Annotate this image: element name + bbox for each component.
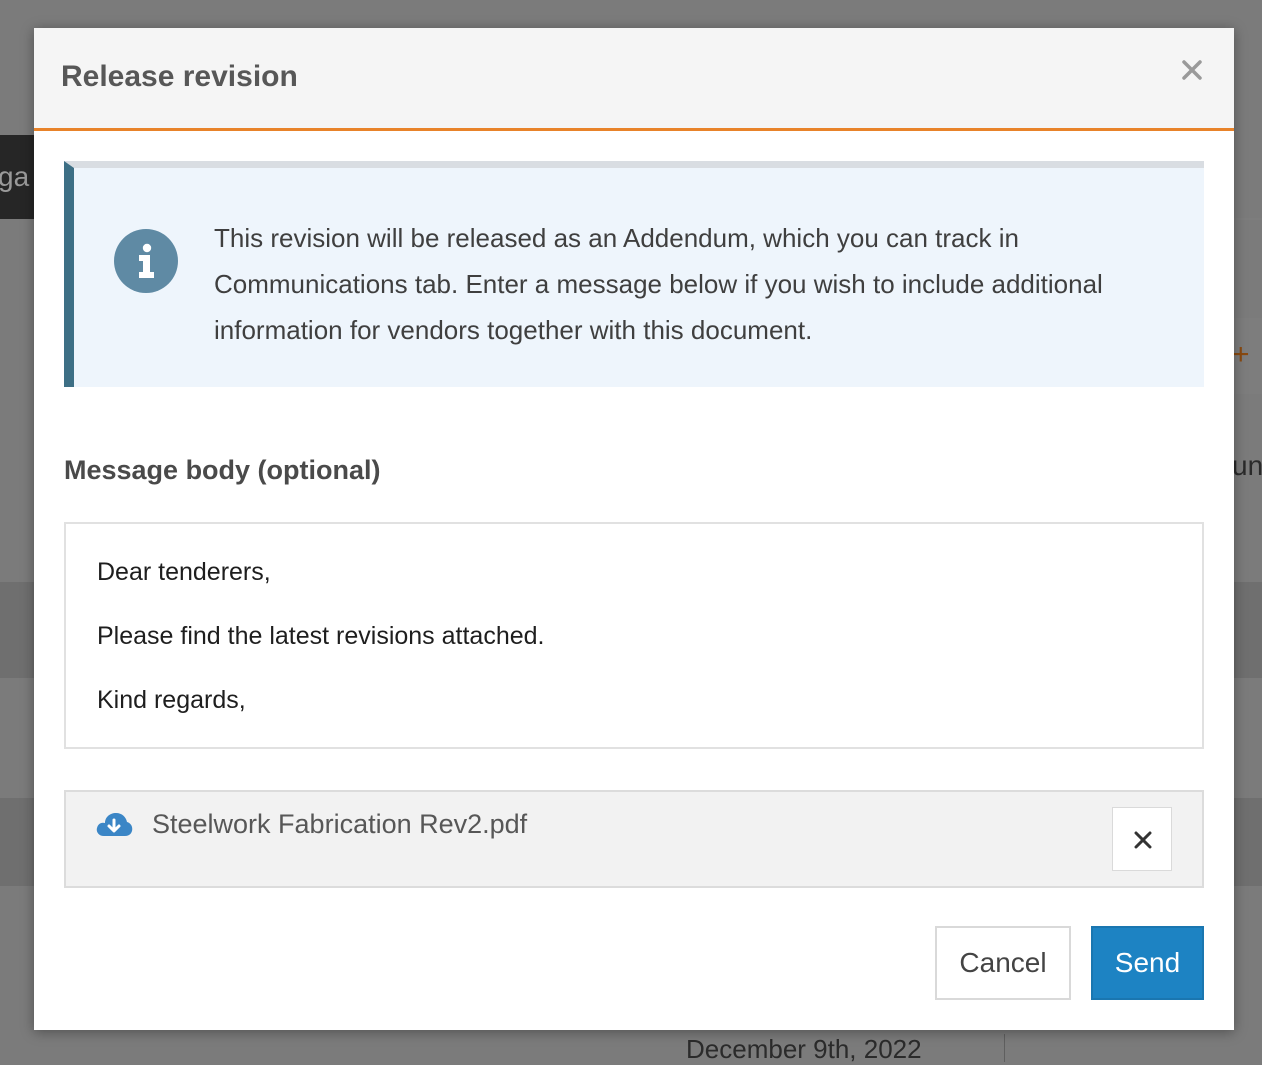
remove-icon bbox=[1134, 831, 1152, 849]
background-tab-text: ga bbox=[0, 161, 30, 192]
cloud-download-icon[interactable] bbox=[95, 810, 133, 840]
message-line: Please find the latest revisions attache… bbox=[97, 622, 545, 650]
background-table-header bbox=[1234, 582, 1262, 678]
send-button[interactable]: Send bbox=[1091, 926, 1204, 1000]
message-body-editor[interactable]: Dear tenderers, Please find the latest r… bbox=[64, 522, 1204, 749]
cancel-button[interactable]: Cancel bbox=[935, 926, 1071, 1000]
background-divider bbox=[1234, 218, 1262, 220]
close-icon[interactable] bbox=[1177, 55, 1207, 85]
modal-title: Release revision bbox=[61, 60, 298, 93]
background-tab: ga bbox=[0, 135, 34, 219]
remove-attachment-button[interactable] bbox=[1112, 807, 1172, 871]
info-text: This revision will be released as an Add… bbox=[214, 223, 1103, 345]
modal-header: Release revision bbox=[34, 28, 1234, 131]
message-body-label: Message body (optional) bbox=[64, 455, 381, 485]
background-column-divider bbox=[1004, 1034, 1005, 1062]
message-line: Dear tenderers, bbox=[97, 558, 271, 586]
background-table-row bbox=[1234, 798, 1262, 886]
release-revision-modal: Release revision This revision will be r… bbox=[34, 28, 1234, 1030]
background-partial-text: un bbox=[1232, 450, 1262, 481]
attachment-item: Steelwork Fabrication Rev2.pdf bbox=[64, 790, 1204, 888]
background-date: December 9th, 2022 bbox=[686, 1034, 922, 1064]
info-icon bbox=[114, 229, 178, 293]
background-table-row-left bbox=[0, 798, 34, 886]
info-alert: This revision will be released as an Add… bbox=[64, 161, 1204, 387]
background-plus-icon: + bbox=[1232, 338, 1250, 371]
background-table-header-left bbox=[0, 582, 34, 678]
attachment-file-name[interactable]: Steelwork Fabrication Rev2.pdf bbox=[152, 809, 527, 840]
message-line: Kind regards, bbox=[97, 686, 246, 714]
